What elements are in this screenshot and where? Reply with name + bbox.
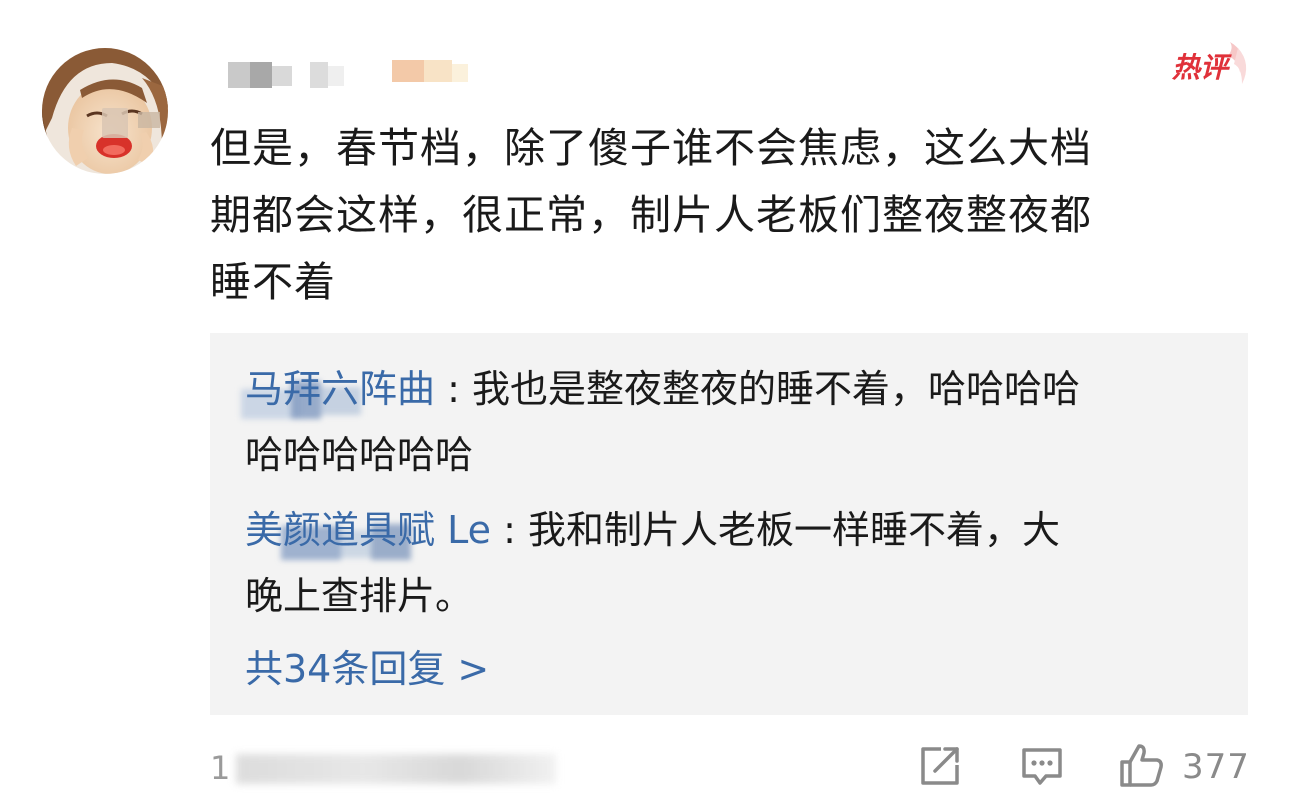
hot-comment-badge: 热评 — [1168, 38, 1252, 94]
like-count: 377 — [1182, 747, 1250, 787]
reply-preview-box[interactable]: 马拜六阵曲 : 我也是整夜整夜的睡不着，哈哈哈哈 哈哈哈哈哈哈 美颜道具赋 Le… — [210, 333, 1248, 715]
reply-item[interactable]: 美颜道具赋 Le : 我和制片人老板一样睡不着，大 晚上查排片。 — [245, 497, 1220, 629]
avatar[interactable] — [42, 48, 168, 174]
view-all-replies-link[interactable]: 共34条回复 > — [245, 639, 489, 699]
username-blur-image — [228, 60, 468, 88]
avatar-image — [42, 48, 168, 174]
reply-first-line: 美颜道具赋 Le : 我和制片人老板一样睡不着，大 — [245, 497, 1220, 563]
comment-line: 期都会这样，很正常，制片人老板们整夜整夜都 — [210, 191, 1092, 239]
like-button[interactable] — [1116, 740, 1168, 792]
reply-button[interactable] — [1016, 740, 1068, 792]
comment-timestamp: 1 — [210, 746, 556, 790]
comment-body: 但是，春节档，除了傻子谁不会焦虑，这么大档 期都会这样，很正常，制片人老板们整夜… — [210, 115, 1220, 316]
reply-first-line: 马拜六阵曲 : 我也是整夜整夜的睡不着，哈哈哈哈 — [241, 356, 1220, 422]
reply-separator: : — [503, 508, 528, 552]
comment-line: 但是，春节档，除了傻子谁不会焦虑，这么大档 — [210, 124, 1092, 172]
reply-text-line1: 我和制片人老板一样睡不着，大 — [527, 508, 1060, 552]
reply-username[interactable]: 美颜道具赋 Le — [245, 508, 503, 560]
thumbs-up-icon — [1120, 744, 1163, 787]
comment-bubble-icon — [1022, 748, 1062, 785]
username-censored[interactable] — [210, 56, 470, 96]
comment-line: 睡不着 — [210, 258, 336, 306]
reply-text-line1: 我也是整夜整夜的睡不着，哈哈哈哈 — [472, 367, 1081, 411]
reply-item[interactable]: 马拜六阵曲 : 我也是整夜整夜的睡不着，哈哈哈哈 哈哈哈哈哈哈 — [241, 356, 1220, 488]
share-icon — [921, 747, 959, 785]
timestamp-prefix: 1 — [210, 749, 231, 787]
timestamp-blur-mask — [236, 754, 556, 784]
share-button[interactable] — [914, 740, 966, 792]
hot-comment-label: 热评 — [1172, 51, 1229, 84]
reply-username[interactable]: 马拜六阵曲 — [241, 367, 447, 419]
